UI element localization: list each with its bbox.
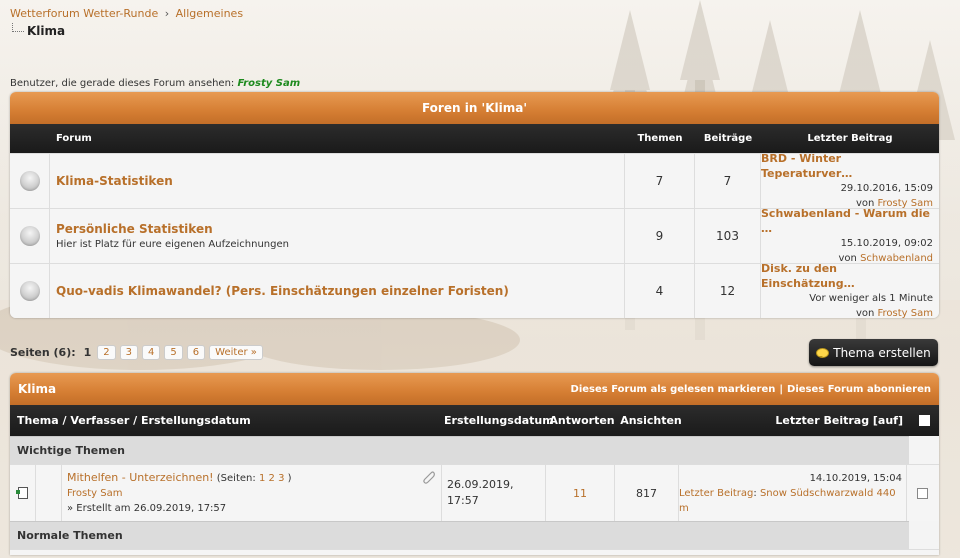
pagination: Seiten (6): 1 2 3 4 5 6 Weiter » — [10, 345, 267, 360]
thread-page-link[interactable]: 2 — [269, 473, 275, 484]
forum-themen-count: 4 — [625, 264, 695, 318]
col-answers-sort[interactable]: Antworten — [548, 414, 616, 427]
last-post-link[interactable]: Disk. zu den Einschätzung… — [761, 261, 933, 291]
last-post-link[interactable]: Schwabenland - Warum die … — [761, 206, 933, 236]
breadcrumb-root-link[interactable]: Wetterforum Wetter-Runde — [10, 7, 158, 20]
last-post-date: 29.10.2016, 15:09 — [840, 183, 933, 194]
thread-prefix-icon-cell — [36, 465, 62, 521]
col-forum: Forum — [56, 133, 92, 144]
pagination-next-link[interactable]: Weiter » — [209, 345, 263, 360]
forum-last-post: BRD - Winter Teperaturver… 29.10.2016, 1… — [761, 151, 939, 209]
subforums-title: Foren in 'Klima' — [421, 101, 528, 115]
forum-posts-count: 7 — [695, 154, 761, 208]
forum-posts-count: 12 — [695, 264, 761, 318]
forum-status-icon — [19, 281, 40, 301]
pagination-current: 1 — [83, 346, 92, 359]
thread-created-line: » Erstellt am 26.09.2019, 17:57 — [67, 503, 227, 514]
forum-row: Quo-vadis Klimawandel? (Pers. Einschätzu… — [10, 261, 939, 318]
forum-title-link[interactable]: Persönliche Statistiken — [56, 222, 213, 236]
subforums-box: Foren in 'Klima' Forum Themen Beiträge L… — [10, 92, 939, 318]
thread-page-link[interactable]: 1 — [259, 473, 265, 484]
speech-bubble-icon — [816, 347, 830, 358]
thread-last-post-colon: : — [753, 487, 757, 499]
forum-last-post: Schwabenland - Warum die … 15.10.2019, 0… — [761, 206, 939, 264]
col-views-sort[interactable]: Ansichten — [616, 414, 686, 427]
paperclip-icon — [423, 471, 435, 484]
last-post-date: Vor weniger als 1 Minute — [809, 293, 933, 304]
forum-description: Hier ist Platz für eure eigenen Aufzeich… — [56, 239, 289, 250]
forum-row: Persönliche Statistiken Hier ist Platz f… — [10, 206, 939, 264]
page-title: Klima — [12, 23, 65, 38]
thread-pages-suffix: ) — [287, 473, 292, 484]
subscribe-link[interactable]: Dieses Forum abonnieren — [787, 384, 931, 395]
subforums-header: Foren in 'Klima' — [10, 92, 939, 124]
last-post-by: von — [855, 308, 875, 318]
forum-title-link[interactable]: Quo-vadis Klimawandel? (Pers. Einschätzu… — [56, 284, 509, 298]
thread-answers-link[interactable]: 11 — [546, 465, 615, 521]
pagination-page-link[interactable]: 6 — [186, 345, 206, 360]
pagination-page-link[interactable]: 2 — [97, 345, 116, 360]
breadcrumb: Wetterforum Wetter-Runde › Allgemeines — [10, 7, 243, 20]
breadcrumb-parent-link[interactable]: Allgemeines — [176, 7, 243, 20]
thread-row-partial — [10, 549, 939, 555]
new-thread-label: Thema erstellen — [833, 345, 931, 360]
section-important-threads: Wichtige Themen — [10, 436, 909, 464]
thread-pages-prefix: (Seiten: — [216, 473, 256, 484]
forum-status-icon — [19, 171, 40, 191]
thread-row: Mithelfen - Unterzeichnen! (Seiten: 1 2 … — [10, 464, 939, 521]
tree-branch-icon — [12, 23, 24, 32]
last-post-date: 15.10.2019, 09:02 — [840, 238, 933, 249]
thread-author-link[interactable]: Frosty Sam — [67, 486, 122, 501]
page-title-text: Klima — [27, 24, 66, 38]
forum-title-link[interactable]: Klima-Statistiken — [56, 174, 173, 188]
col-themen: Themen — [637, 133, 683, 144]
section-normal-threads: Normale Themen — [10, 521, 909, 549]
thread-status-icon — [15, 487, 28, 499]
last-post-user-link[interactable]: Frosty Sam — [878, 308, 933, 318]
forum-status-icon — [19, 226, 40, 246]
col-beitraege: Beiträge — [703, 133, 753, 144]
new-thread-button[interactable]: Thema erstellen — [809, 339, 938, 366]
col-thread-sort[interactable]: Thema / Verfasser / Erstellungsdatum — [10, 414, 444, 427]
col-created-sort[interactable]: Erstellungsdatum — [444, 414, 554, 427]
thread-select-checkbox[interactable] — [916, 487, 928, 499]
thread-last-post-link[interactable]: Letzter Beitrag — [679, 488, 753, 499]
viewers-label: Benutzer, die gerade dieses Forum ansehe… — [10, 78, 235, 89]
active-viewers: Benutzer, die gerade dieses Forum ansehe… — [10, 78, 300, 89]
thread-created-date: 26.09.2019, — [447, 478, 514, 491]
thread-views-count: 817 — [615, 465, 679, 521]
pagination-page-link[interactable]: 5 — [164, 345, 183, 360]
subforums-column-header: Forum Themen Beiträge Letzter Beitrag — [10, 124, 939, 153]
col-last-post-sort[interactable]: Letzter Beitrag [auf] — [686, 414, 909, 427]
threads-title: Klima — [18, 382, 57, 396]
thread-title-link[interactable]: Mithelfen - Unterzeichnen! — [67, 471, 214, 484]
thread-created-time: 17:57 — [447, 494, 479, 507]
threads-box: Klima Dieses Forum als gelesen markieren… — [10, 373, 939, 555]
forum-last-post: Disk. zu den Einschätzung… Vor weniger a… — [761, 261, 939, 318]
forum-themen-count: 9 — [625, 209, 695, 263]
header-separator: | — [779, 383, 784, 395]
threads-column-header: Thema / Verfasser / Erstellungsdatum Ers… — [10, 405, 939, 436]
forum-row: Klima-Statistiken 7 7 BRD - Winter Teper… — [10, 151, 939, 209]
pagination-page-link[interactable]: 4 — [142, 345, 161, 360]
thread-page-link[interactable]: 3 — [278, 473, 284, 484]
forum-themen-count: 7 — [625, 154, 695, 208]
col-last-post: Letzter Beitrag — [807, 133, 893, 144]
pagination-label: Seiten (6): — [10, 346, 76, 359]
last-post-link[interactable]: BRD - Winter Teperaturver… — [761, 151, 933, 181]
threads-header: Klima Dieses Forum als gelesen markieren… — [10, 373, 939, 405]
pagination-page-link[interactable]: 3 — [119, 345, 139, 360]
forum-posts-count: 103 — [695, 209, 761, 263]
thread-last-post-date: 14.10.2019, 15:04 — [809, 472, 902, 484]
select-all-checkbox[interactable] — [918, 415, 930, 426]
breadcrumb-separator: › — [164, 7, 170, 20]
viewer-user-link[interactable]: Frosty Sam — [237, 78, 300, 89]
mark-read-link[interactable]: Dieses Forum als gelesen markieren — [571, 384, 776, 395]
